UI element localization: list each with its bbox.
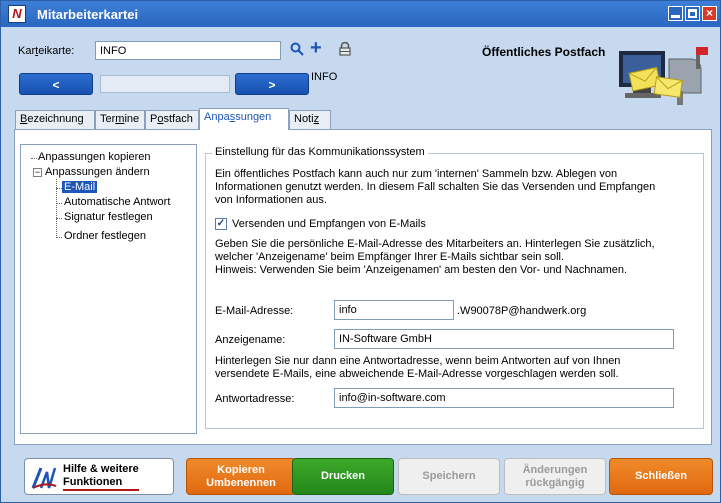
tab-postfach[interactable]: Postfach xyxy=(145,110,199,129)
help-button-line1: Hilfe & weitere xyxy=(63,462,139,475)
print-button[interactable]: Drucken xyxy=(292,458,394,495)
tree-item-folders[interactable]: Ordner festlegen xyxy=(64,230,146,242)
tree-item-email[interactable]: E-Mail xyxy=(62,181,98,193)
email-input[interactable]: info xyxy=(334,300,454,320)
undo-changes-button[interactable]: Änderungen rückgängig xyxy=(504,458,606,495)
karteikarte-input[interactable]: INFO xyxy=(95,41,281,60)
tree-connector xyxy=(56,218,62,219)
title-bar[interactable]: N Mitarbeiterkartei × xyxy=(1,1,720,27)
next-record-button[interactable]: > xyxy=(235,73,309,95)
close-button[interactable]: Schließen xyxy=(609,458,713,495)
reply-address-input[interactable]: info@in-software.com xyxy=(334,388,674,408)
in-software-logo-icon xyxy=(31,466,57,489)
help-button-line2: Funktionen xyxy=(63,476,139,491)
tree-item-auto-reply[interactable]: Automatische Antwort xyxy=(64,196,170,208)
search-icon[interactable] xyxy=(290,42,304,56)
email-hint-text: Geben Sie die persönliche E-Mail-Adresse… xyxy=(215,238,655,276)
group-title: Einstellung für das Kommunikationssystem xyxy=(212,146,428,158)
send-receive-label[interactable]: Versenden und Empfangen von E-Mails xyxy=(232,218,426,230)
add-icon[interactable]: + xyxy=(310,38,326,58)
lock-icon[interactable] xyxy=(338,42,352,56)
display-name-input[interactable]: IN-Software GmbH xyxy=(334,329,674,349)
tree-item-signature[interactable]: Signatur festlegen xyxy=(64,211,153,223)
maximize-icon[interactable] xyxy=(685,6,700,21)
tree-connector xyxy=(56,203,62,204)
tree-item-copy-customizations[interactable]: Anpassungen kopieren xyxy=(38,151,151,163)
reply-hint-text: Hinterlegen Sie nur dann eine Antwortadr… xyxy=(215,355,621,380)
copy-rename-button[interactable]: Kopieren Umbenennen xyxy=(186,458,296,495)
record-position-field xyxy=(100,75,230,93)
tab-notiz[interactable]: Notiz xyxy=(289,110,331,129)
tree-connector xyxy=(56,237,62,238)
settings-tree[interactable] xyxy=(20,144,197,434)
tree-collapse-icon[interactable]: − xyxy=(33,168,42,177)
tab-anpassungen[interactable]: Anpassungen xyxy=(199,108,289,130)
main-window: N Mitarbeiterkartei × Karteikarte: INFO … xyxy=(0,0,721,503)
mailbox-logo-icon xyxy=(619,47,708,105)
close-icon[interactable]: × xyxy=(702,6,717,21)
email-label: E-Mail-Adresse: xyxy=(215,305,294,317)
tab-termine[interactable]: Termine xyxy=(95,110,145,129)
help-functions-button[interactable]: Hilfe & weitere Funktionen xyxy=(24,458,174,495)
email-domain: .W90078P@handwerk.org xyxy=(457,305,587,317)
reply-address-label: Antwortadresse: xyxy=(215,393,295,405)
tree-item-change-customizations[interactable]: Anpassungen ändern xyxy=(45,166,150,178)
intro-text: Ein öffentliches Postfach kann auch nur … xyxy=(215,168,656,206)
tab-bezeichnung[interactable]: Bezeichnung xyxy=(15,110,95,129)
public-mailbox-label: Öffentliches Postfach xyxy=(482,45,606,59)
app-logo-icon: N xyxy=(8,5,26,23)
display-name-label: Anzeigename: xyxy=(215,334,286,346)
tree-connector xyxy=(31,158,37,159)
current-record-label: INFO xyxy=(311,71,338,83)
save-button[interactable]: Speichern xyxy=(398,458,500,495)
window-title: Mitarbeiterkartei xyxy=(37,7,139,22)
karteikarte-label: Karteikarte: xyxy=(18,45,75,57)
minimize-icon[interactable] xyxy=(668,6,683,21)
send-receive-checkbox[interactable]: ✓ xyxy=(215,218,227,230)
previous-record-button[interactable]: < xyxy=(19,73,93,95)
